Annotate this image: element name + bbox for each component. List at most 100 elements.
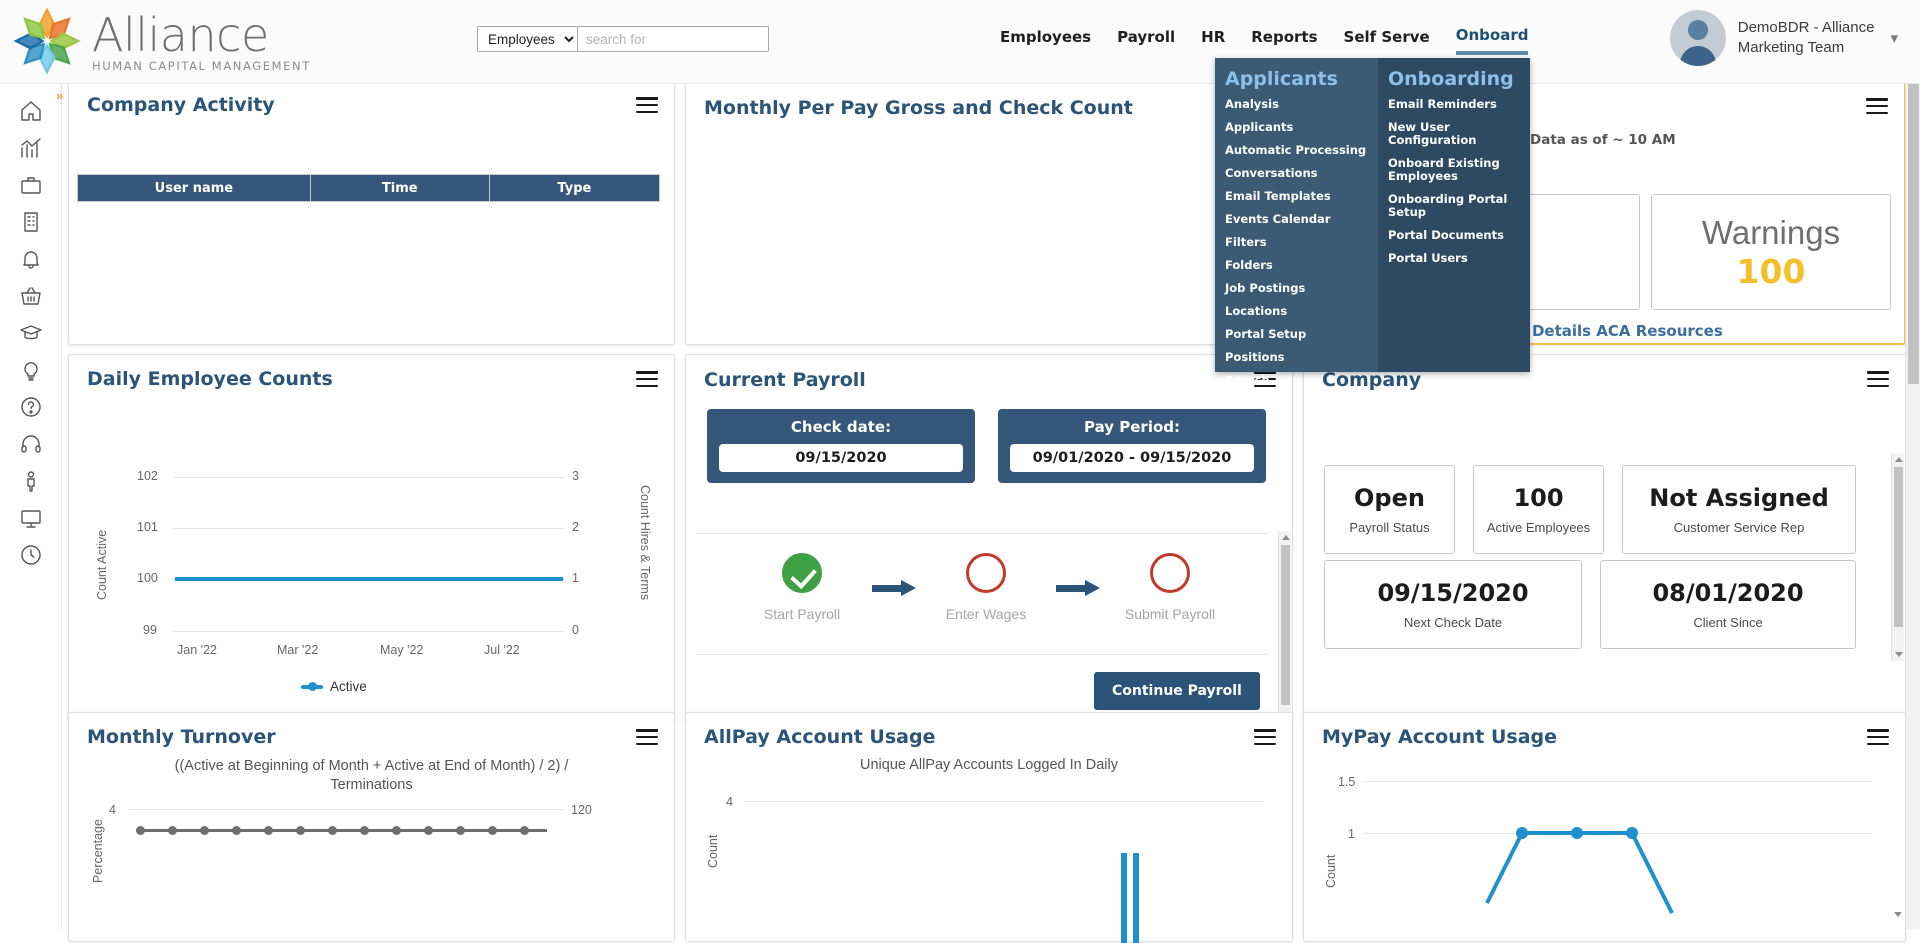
data-point[interactable] <box>392 826 401 835</box>
company-tile[interactable]: 100 Active Employees <box>1473 465 1604 554</box>
user-menu[interactable]: DemoBDR - Alliance Marketing Team ▾ <box>1669 10 1898 66</box>
data-point[interactable] <box>264 826 273 835</box>
mypay-scrollbar[interactable] <box>1891 793 1904 943</box>
data-point[interactable] <box>488 826 497 835</box>
column-header[interactable]: User name <box>77 174 311 202</box>
mega-menu-link-portal-setup[interactable]: Portal Setup <box>1225 328 1378 341</box>
mega-menu-link-onboarding-portal-setup[interactable]: Onboarding Portal Setup <box>1388 193 1530 219</box>
page-scrollbar[interactable] <box>1905 84 1920 929</box>
brand-name: Alliance <box>92 8 269 62</box>
payroll-scrollbar[interactable] <box>1278 531 1291 741</box>
step-status-icon-complete <box>782 553 822 593</box>
sidebar-item-help[interactable] <box>0 388 62 425</box>
sidebar-item-support[interactable] <box>0 425 62 462</box>
sidebar-expand-toggle[interactable]: » <box>56 88 63 103</box>
sidebar-item-marketplace[interactable] <box>0 277 62 314</box>
mega-menu-link-portal-documents[interactable]: Portal Documents <box>1388 229 1530 242</box>
mega-menu-link-job-postings[interactable]: Job Postings <box>1225 282 1378 295</box>
company-tile[interactable]: Not Assigned Customer Service Rep <box>1622 465 1856 554</box>
sidebar-item-employee[interactable] <box>0 462 62 499</box>
bar <box>1133 853 1139 943</box>
card-menu-button[interactable] <box>636 371 658 387</box>
basket-icon <box>21 286 41 305</box>
data-point[interactable] <box>168 826 177 835</box>
data-point[interactable] <box>360 826 369 835</box>
payroll-step[interactable]: Submit Payroll <box>1114 553 1226 622</box>
card-menu-button[interactable] <box>636 729 658 745</box>
mega-menu-link-portal-users[interactable]: Portal Users <box>1388 252 1530 265</box>
data-point[interactable] <box>424 826 433 835</box>
check-date-value[interactable]: 09/15/2020 <box>719 444 963 472</box>
pay-period-value[interactable]: 09/01/2020 - 09/15/2020 <box>1010 444 1254 472</box>
global-search[interactable]: EmployeesApplicantsCompanies <box>477 26 769 52</box>
company-tile[interactable]: Open Payroll Status <box>1324 465 1455 554</box>
mega-menu-link-filters[interactable]: Filters <box>1225 236 1378 249</box>
continue-payroll-button[interactable]: Continue Payroll <box>1094 672 1260 710</box>
sidebar-item-briefcase[interactable] <box>0 166 62 203</box>
column-header[interactable]: Time <box>309 174 490 202</box>
card-menu-button[interactable] <box>1867 729 1889 745</box>
payroll-step[interactable]: Start Payroll <box>746 553 858 622</box>
arrow-right-icon <box>872 579 916 596</box>
user-name-line1: DemoBDR - Alliance <box>1737 19 1875 36</box>
nav-item-hr[interactable]: HR <box>1201 28 1225 53</box>
brand-logo[interactable]: Alliance HUMAN CAPITAL MANAGEMENT <box>10 4 311 78</box>
company-scrollbar[interactable] <box>1891 453 1904 661</box>
data-point[interactable] <box>456 826 465 835</box>
mega-menu-link-applicants[interactable]: Applicants <box>1225 121 1378 134</box>
nav-item-reports[interactable]: Reports <box>1251 28 1317 53</box>
mega-menu-link-email-reminders[interactable]: Email Reminders <box>1388 98 1530 111</box>
card-menu-button[interactable] <box>1867 371 1889 387</box>
card-menu-button[interactable] <box>1866 98 1888 114</box>
company-tile[interactable]: 08/01/2020 Client Since <box>1600 560 1856 649</box>
y2-axis-label: Count Hires & Terms <box>638 485 652 601</box>
sidebar-item-home[interactable] <box>0 92 62 129</box>
nav-item-onboard[interactable]: Onboard <box>1455 26 1529 55</box>
search-scope-select[interactable]: EmployeesApplicantsCompanies <box>478 27 578 51</box>
sidebar-item-company[interactable] <box>0 203 62 240</box>
payroll-step[interactable]: Enter Wages <box>930 553 1042 622</box>
nav-item-self-serve[interactable]: Self Serve <box>1344 28 1430 53</box>
aca-tile-warnings[interactable]: Warnings 100 <box>1651 194 1891 310</box>
sidebar-item-time[interactable] <box>0 536 62 573</box>
mega-menu-link-search[interactable]: Search <box>1225 374 1378 387</box>
mega-menu-heading: Onboarding <box>1388 68 1514 90</box>
data-point[interactable] <box>520 826 529 835</box>
chevron-down-icon[interactable]: ▾ <box>1890 29 1898 47</box>
mega-menu-link-folders[interactable]: Folders <box>1225 259 1378 272</box>
question-mark-icon <box>21 396 41 417</box>
card-menu-button[interactable] <box>1254 729 1276 745</box>
mega-menu-link-automatic-processing[interactable]: Automatic Processing <box>1225 144 1378 157</box>
tile-label: Customer Service Rep <box>1673 520 1805 535</box>
sidebar-item-analytics[interactable] <box>0 129 62 166</box>
y2-tick: 120 <box>571 803 592 817</box>
mega-menu-link-conversations[interactable]: Conversations <box>1225 167 1378 180</box>
data-point[interactable] <box>296 826 305 835</box>
mega-menu-link-positions[interactable]: Positions <box>1225 351 1378 364</box>
mega-menu-link-new-user-configuration[interactable]: New User Configuration <box>1388 121 1530 147</box>
data-point[interactable] <box>328 826 337 835</box>
data-point[interactable] <box>232 826 241 835</box>
sidebar-item-ideas[interactable] <box>0 351 62 388</box>
mega-menu-link-events-calendar[interactable]: Events Calendar <box>1225 213 1378 226</box>
mega-menu-link-analysis[interactable]: Analysis <box>1225 98 1378 111</box>
card-menu-button[interactable] <box>636 97 658 113</box>
chart-legend[interactable]: Active <box>301 679 367 694</box>
data-point[interactable] <box>200 826 209 835</box>
y-axis-label: Count Active <box>95 529 109 600</box>
sidebar-item-notifications[interactable] <box>0 240 62 277</box>
step-label: Enter Wages <box>945 606 1027 622</box>
data-point[interactable] <box>136 826 145 835</box>
sidebar-item-desktop[interactable] <box>0 499 62 536</box>
search-input[interactable] <box>578 27 768 51</box>
nav-item-payroll[interactable]: Payroll <box>1117 28 1175 53</box>
top-bar: Alliance HUMAN CAPITAL MANAGEMENT Employ… <box>0 0 1920 84</box>
mega-menu-link-locations[interactable]: Locations <box>1225 305 1378 318</box>
column-header[interactable]: Type <box>488 174 661 202</box>
mega-menu-link-email-templates[interactable]: Email Templates <box>1225 190 1378 203</box>
sidebar-item-learning[interactable] <box>0 314 62 351</box>
company-tile[interactable]: 09/15/2020 Next Check Date <box>1324 560 1582 649</box>
mypay-series-path <box>1485 827 1674 914</box>
nav-item-employees[interactable]: Employees <box>1000 28 1091 53</box>
mega-menu-link-onboard-existing-employees[interactable]: Onboard Existing Employees <box>1388 157 1530 183</box>
